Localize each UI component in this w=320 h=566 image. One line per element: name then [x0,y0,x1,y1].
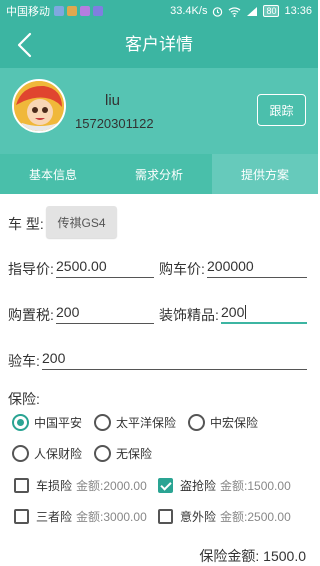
radio-label: 无保险 [116,447,153,461]
purchase-tax-input[interactable]: 200 [56,302,154,324]
notification-icon [93,6,103,16]
radio-pingan[interactable]: 中国平安 [12,414,82,431]
notification-icon [54,6,64,16]
insurance-total-label: 保险金额: [199,548,260,564]
amount-value: 3000.00 [103,509,147,524]
insurance-label: 保险: [8,391,40,407]
text-cursor [245,305,247,319]
notification-icon [67,6,77,16]
radio-unselected-icon [188,414,205,431]
insurance-total: 保险金额: 1500.0 [199,546,306,566]
radio-taipingyang[interactable]: 太平洋保险 [94,414,176,431]
inspection-input[interactable]: 200 [42,348,307,370]
amount-value: 2000.00 [103,478,147,493]
page-title: 客户详情 [125,35,193,54]
radio-unselected-icon [94,414,111,431]
checkbox-unchecked-icon [158,509,173,524]
radio-zhonghong[interactable]: 中宏保险 [188,414,258,431]
amount-value: 2500.00 [247,509,291,524]
customer-profile-card: liu 15720301122 跟踪 [0,68,318,154]
amount-label: 金额: [220,479,248,493]
checkbox-label: 三者险 [36,510,73,524]
tab-needs-analysis[interactable]: 需求分析 [106,154,212,194]
purchase-price-label: 购车价: [159,261,205,277]
checkbox-unchecked-icon [14,478,29,493]
amount-label: 金额: [220,510,248,524]
carrier-name: 中国移动 [6,6,50,18]
purchase-price-input[interactable]: 200000 [207,256,307,278]
customer-name: liu [105,92,121,109]
inspection-label: 验车: [8,353,40,369]
checkbox-checked-icon [158,478,173,493]
notification-icon [80,6,90,16]
radio-label: 太平洋保险 [116,416,177,430]
wifi-icon [229,6,241,17]
radio-unselected-icon [12,445,29,462]
tab-bar: 基本信息 需求分析 提供方案 [0,154,318,194]
amount-value: 1500.00 [247,478,291,493]
tab-basic-info[interactable]: 基本信息 [0,154,106,194]
amount-label: 金额: [76,510,104,524]
radio-label: 中国平安 [34,416,83,430]
tab-proposal[interactable]: 提供方案 [212,154,318,194]
insurance-total-value: 1500.0 [263,548,306,564]
checkbox-theft[interactable]: 盗抢险 金额: 1500.00 [158,477,291,494]
customer-phone: 15720301122 [75,116,154,131]
checkbox-label: 意外险 [180,510,217,524]
status-bar: 中国移动 33.4K/s 80 13:36 [0,0,318,22]
checkbox-unchecked-icon [14,509,29,524]
checkbox-label: 盗抢险 [180,479,217,493]
avatar [12,79,66,133]
radio-label: 人保财险 [34,447,83,461]
decoration-value: 200 [221,304,245,320]
guide-price-label: 指导价: [8,261,54,277]
decoration-label: 装饰精品: [159,307,219,323]
car-type-label: 车 型: [8,216,44,232]
radio-renbao[interactable]: 人保财险 [12,445,82,462]
radio-none[interactable]: 无保险 [94,445,152,462]
alarm-icon [213,6,223,17]
title-bar: 客户详情 [0,22,318,68]
checkbox-third-party[interactable]: 三者险 金额: 3000.00 [14,508,147,525]
checkbox-accident[interactable]: 意外险 金额: 2500.00 [158,508,291,525]
checkbox-vehicle-damage[interactable]: 车损险 金额: 2000.00 [14,477,147,494]
battery-icon: 80 [263,5,280,17]
purchase-tax-label: 购置税: [8,307,54,323]
amount-label: 金额: [76,479,104,493]
checkbox-label: 车损险 [36,479,73,493]
signal-icon [247,6,258,16]
follow-button[interactable]: 跟踪 [257,94,306,126]
radio-selected-icon [12,414,29,431]
radio-unselected-icon [94,445,111,462]
car-type-button[interactable]: 传祺GS4 [46,206,117,238]
radio-label: 中宏保险 [210,416,259,430]
guide-price-input[interactable]: 2500.00 [56,256,154,278]
clock: 13:36 [284,5,312,17]
decoration-input[interactable]: 200 [221,302,307,324]
network-speed: 33.4K/s [170,5,208,17]
